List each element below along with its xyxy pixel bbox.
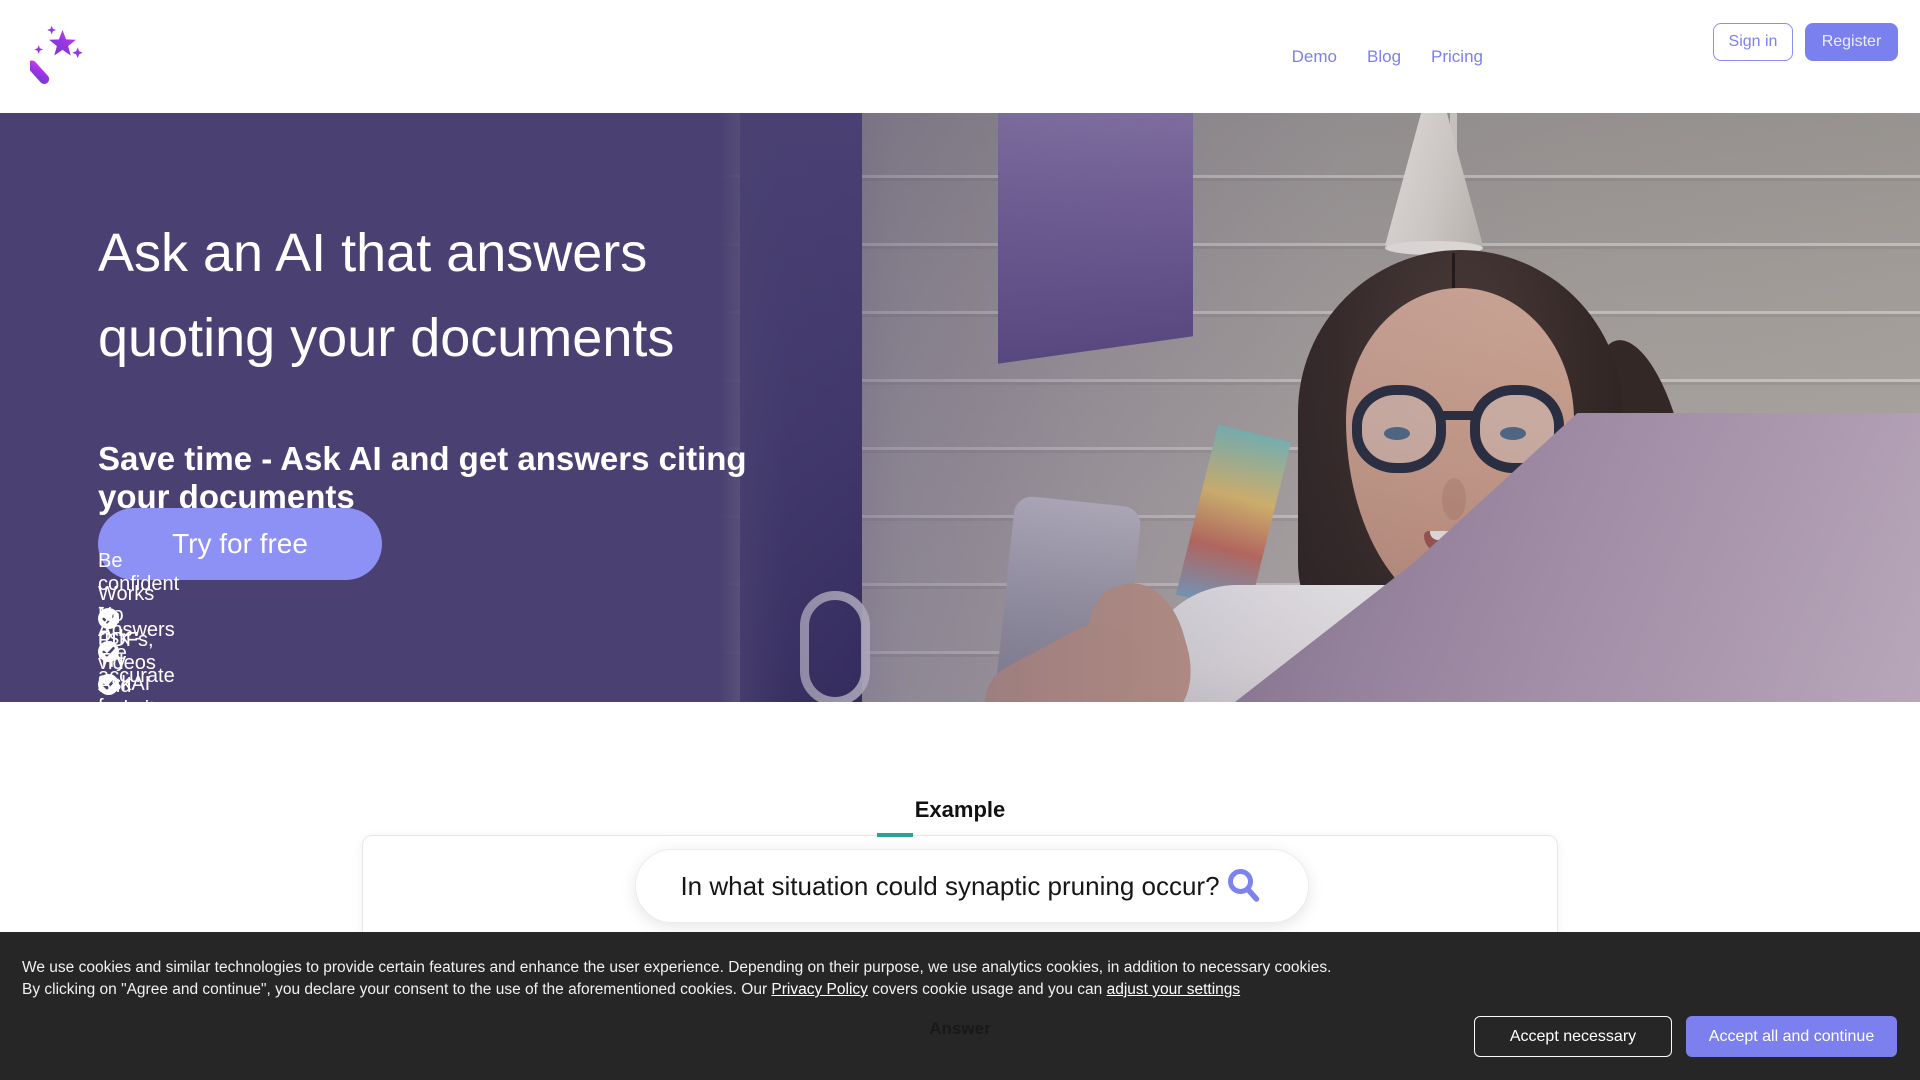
example-heading: Example [0, 797, 1920, 823]
cookie-line2-mid: covers cookie usage and you can [868, 981, 1107, 998]
nav-link-demo[interactable]: Demo [1292, 47, 1337, 67]
cookie-line1: We use cookies and similar technologies … [22, 957, 1462, 979]
cookie-line2-prefix: By clicking on "Agree and continue", you… [22, 981, 771, 998]
example-question-text: In what situation could synaptic pruning… [680, 871, 1219, 902]
accept-all-button[interactable]: Accept all and continue [1686, 1016, 1897, 1057]
magic-wand-icon[interactable] [30, 24, 82, 88]
page: Demo Blog Pricing Sign in Register [0, 0, 1920, 1080]
nav-link-pricing[interactable]: Pricing [1431, 47, 1483, 67]
hero-title: Ask an AI that answers quoting your docu… [98, 211, 798, 381]
hero-content: Ask an AI that answers quoting your docu… [98, 113, 858, 702]
privacy-policy-link[interactable]: Privacy Policy [771, 981, 867, 998]
example-search-box[interactable]: In what situation could synaptic pruning… [635, 849, 1309, 923]
nav-auth: Sign in Register [1713, 23, 1898, 61]
nav-links: Demo Blog Pricing [1292, 0, 1483, 113]
magnifier-icon[interactable] [1224, 866, 1264, 906]
accept-necessary-button[interactable]: Accept necessary [1474, 1016, 1672, 1057]
hero-section: Ask an AI that answers quoting your docu… [0, 113, 1920, 702]
cookie-banner-buttons: Accept necessary Accept all and continue [1474, 1016, 1897, 1057]
nav-link-blog[interactable]: Blog [1367, 47, 1401, 67]
adjust-settings-link[interactable]: adjust your settings [1107, 981, 1241, 998]
sign-in-button[interactable]: Sign in [1713, 23, 1793, 61]
hero-bullet-text: No risk - Try AskAI free 30 times [98, 604, 150, 702]
cookie-banner-text: We use cookies and similar technologies … [22, 957, 1462, 1001]
cookie-line2: By clicking on "Agree and continue", you… [22, 979, 1462, 1001]
hero-subtitle: Save time - Ask AI and get answers citin… [98, 440, 818, 516]
register-button[interactable]: Register [1805, 23, 1898, 61]
navbar: Demo Blog Pricing Sign in Register [0, 0, 1920, 113]
magic-wand-icon-svg [30, 24, 82, 88]
example-heading-underline [877, 833, 913, 837]
cookie-banner: We use cookies and similar technologies … [0, 932, 1920, 1080]
